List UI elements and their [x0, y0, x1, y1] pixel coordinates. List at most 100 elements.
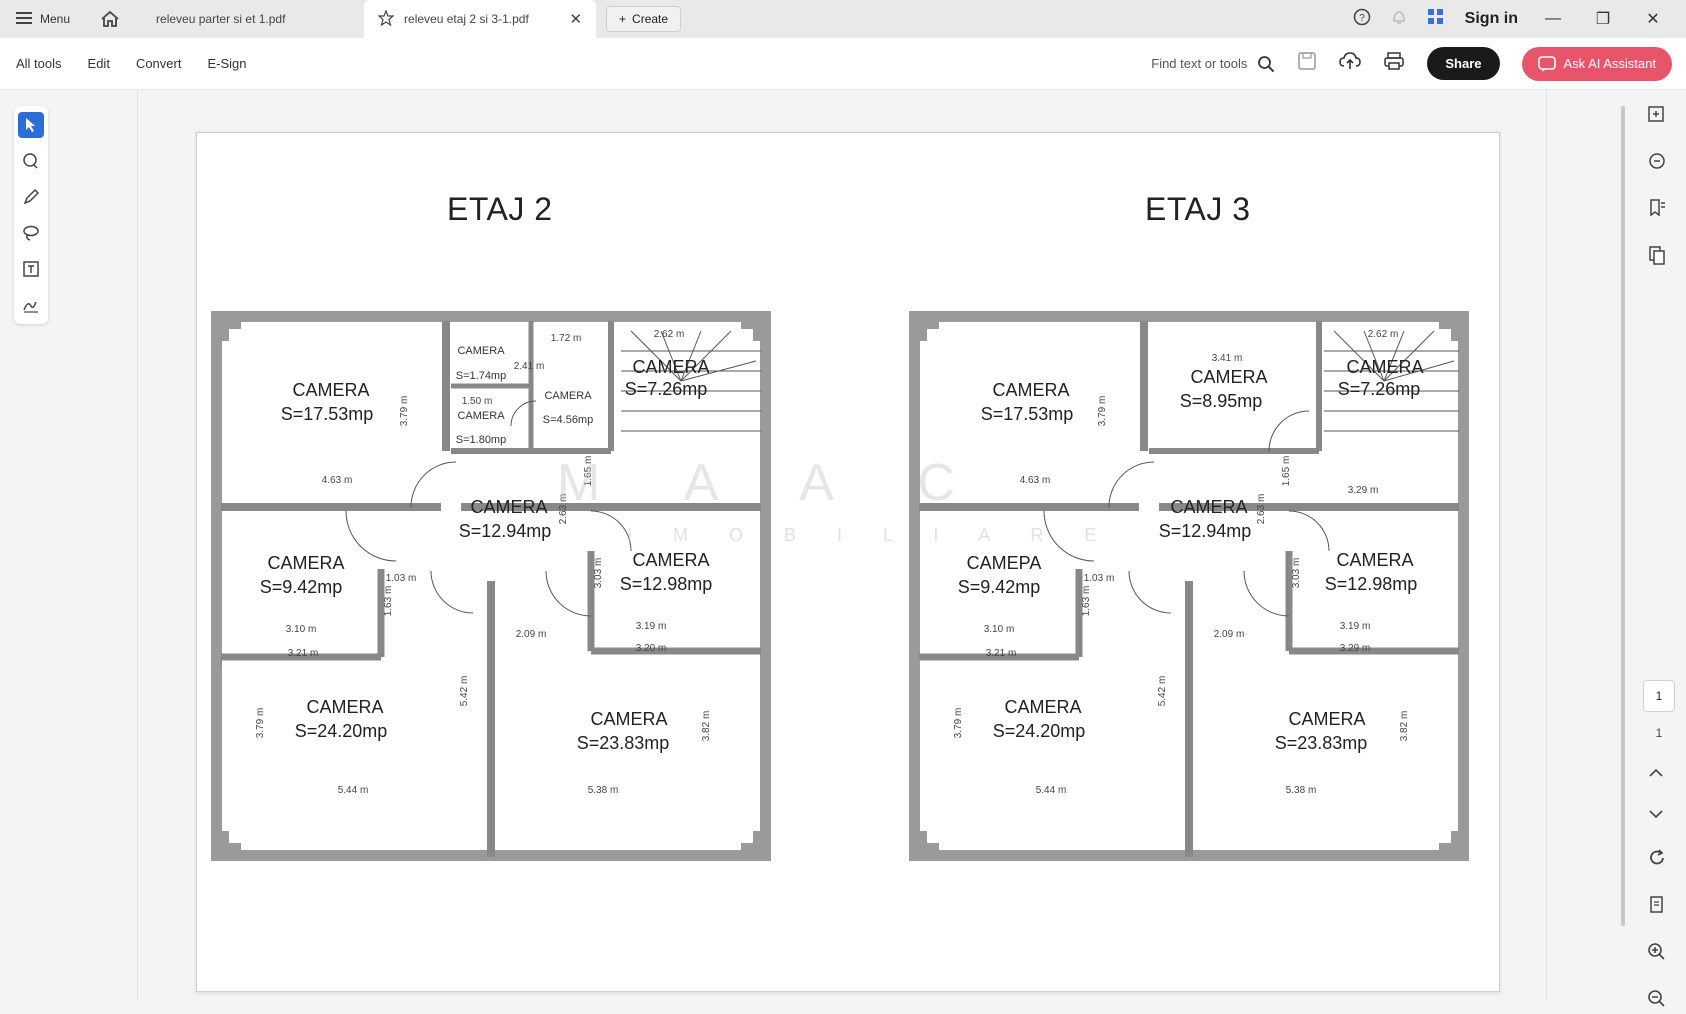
share-button[interactable]: Share [1427, 47, 1500, 80]
room-area: S=24.20mp [993, 721, 1086, 741]
dimension-label: 1.03 m [386, 573, 417, 584]
dimension-label: 5.44 m [1036, 785, 1067, 796]
save-icon[interactable] [1297, 51, 1317, 76]
room-area: S=12.94mp [1159, 521, 1252, 541]
dimension-label: 3.19 m [636, 621, 667, 632]
vertical-scrollbar[interactable] [1621, 106, 1625, 926]
dimension-label: 5.42 m [1157, 676, 1168, 707]
ai-label: Ask AI Assistant [1563, 56, 1657, 71]
chevron-up-icon[interactable] [1647, 766, 1667, 785]
help-icon[interactable]: ? [1353, 8, 1371, 31]
bell-icon[interactable] [1391, 8, 1407, 31]
sign-in-button[interactable]: Sign in [1465, 10, 1518, 28]
room-area: S=7.26mp [625, 379, 708, 399]
watermark-subtitle: I M O B I L I A R E [627, 525, 1115, 545]
close-tab-icon[interactable]: ✕ [569, 10, 582, 28]
dimension-label: 2.62 m [1368, 329, 1399, 340]
print-icon[interactable] [1383, 51, 1405, 76]
dimension-label: 1.72 m [551, 333, 582, 344]
minimize-icon[interactable]: — [1538, 10, 1568, 28]
home-button[interactable] [96, 5, 124, 33]
dimension-label: 3.21 m [986, 648, 1017, 659]
dimension-label: 2.09 m [1214, 629, 1245, 640]
star-icon[interactable] [377, 8, 395, 29]
room-name: CAMERA [292, 380, 369, 400]
zoom-out-icon[interactable] [1647, 989, 1667, 1014]
plus-icon: + [619, 12, 627, 26]
apps-grid-icon[interactable] [1427, 8, 1445, 31]
dimension-label: 3.82 m [1399, 711, 1410, 742]
main-toolbar: All tools Edit Convert E-Sign Find text … [0, 38, 1686, 90]
page-number-input[interactable]: 1 [1643, 680, 1675, 712]
room-area: S=1.74mp [456, 370, 506, 382]
edit-pdf-icon[interactable] [1647, 104, 1667, 129]
dimension-label: 5.38 m [1286, 785, 1317, 796]
cursor-icon [26, 118, 35, 132]
lasso-tool[interactable] [18, 220, 44, 246]
comment-tool[interactable] [18, 148, 44, 174]
document-info-icon[interactable] [1647, 895, 1667, 920]
signature-icon [23, 301, 38, 313]
text-box-icon [23, 261, 39, 277]
dimension-label: 3.29 m [1340, 643, 1371, 654]
room-name: CAMERA [1004, 697, 1081, 717]
dimension-label: 3.79 m [399, 396, 410, 427]
dimension-label: 3.79 m [255, 708, 266, 739]
room-area: S=12.94mp [459, 521, 552, 541]
room-name: CAMERA [306, 697, 383, 717]
menu-convert[interactable]: Convert [136, 56, 182, 71]
room-name: CAMEPA [967, 553, 1042, 573]
room-name: CAMERA [457, 410, 505, 422]
pdf-page: ETAJ 2 ETAJ 3 CAMERA S=17.53mp CAMERA S=… [196, 132, 1500, 992]
create-label: Create [632, 12, 669, 26]
tab-label: releveu etaj 2 si 3-1.pdf [404, 12, 529, 26]
tab-releveu-etaj[interactable]: releveu etaj 2 si 3-1.pdf ✕ [364, 0, 597, 38]
highlight-tool[interactable] [18, 184, 44, 210]
dimension-label: 3.19 m [1340, 621, 1371, 632]
room-area: S=23.83mp [577, 733, 670, 753]
ask-ai-assistant-button[interactable]: Ask AI Assistant [1521, 46, 1672, 81]
dimension-label: 1.63 m [383, 586, 394, 617]
room-name: CAMERA [470, 497, 547, 517]
room-name: CAMERA [992, 380, 1069, 400]
room-name: CAMERA [632, 357, 709, 377]
cloud-upload-icon[interactable] [1339, 51, 1362, 76]
dimension-label: 3.10 m [286, 624, 317, 635]
create-button[interactable]: + Create [606, 6, 682, 32]
dimension-label: 2.41 m [514, 361, 545, 372]
find-text-search[interactable]: Find text or tools [1151, 55, 1275, 73]
menu-button[interactable]: Menu [16, 11, 70, 28]
find-placeholder: Find text or tools [1151, 56, 1248, 71]
dimension-label: 3.03 m [593, 558, 604, 589]
restore-icon[interactable]: ❐ [1588, 9, 1618, 29]
page-total: 1 [1655, 726, 1663, 740]
dimension-label: 3.03 m [1291, 558, 1302, 589]
chevron-down-icon[interactable] [1647, 807, 1667, 826]
menu-all-tools[interactable]: All tools [16, 56, 62, 71]
dimension-label: 1.63 m [1081, 586, 1092, 617]
sign-tool[interactable] [18, 292, 44, 318]
text-box-tool[interactable] [18, 256, 44, 282]
lasso-icon [23, 225, 39, 241]
menu-e-sign[interactable]: E-Sign [207, 56, 246, 71]
dimension-label: 1.65 m [1281, 456, 1292, 487]
search-icon [1258, 55, 1275, 72]
tab-releveu-parter[interactable]: releveu parter si et 1.pdf [142, 0, 364, 38]
room-area: S=4.56mp [543, 414, 593, 426]
zoom-in-icon[interactable] [1647, 942, 1667, 967]
menu-label: Menu [40, 12, 71, 26]
pages-icon[interactable] [1647, 245, 1667, 270]
bookmarks-icon[interactable] [1647, 198, 1667, 223]
menu-edit[interactable]: Edit [88, 56, 110, 71]
comments-icon[interactable] [1647, 151, 1667, 176]
document-canvas[interactable]: ETAJ 2 ETAJ 3 CAMERA S=17.53mp CAMERA S=… [138, 90, 1546, 1000]
window-close-icon[interactable]: ✕ [1638, 9, 1668, 29]
dimension-label: 4.63 m [1020, 475, 1051, 486]
select-tool[interactable] [18, 112, 44, 138]
room-area: S=12.98mp [620, 574, 713, 594]
refresh-icon[interactable] [1647, 848, 1667, 873]
room-area: S=9.42mp [260, 577, 343, 597]
room-name: CAMERA [632, 550, 709, 570]
floor-plan-etaj3: CAMERA S=17.53mp CAMERA S=8.95mp CAMERA … [909, 311, 1469, 861]
dimension-label: 1.50 m [462, 396, 493, 407]
